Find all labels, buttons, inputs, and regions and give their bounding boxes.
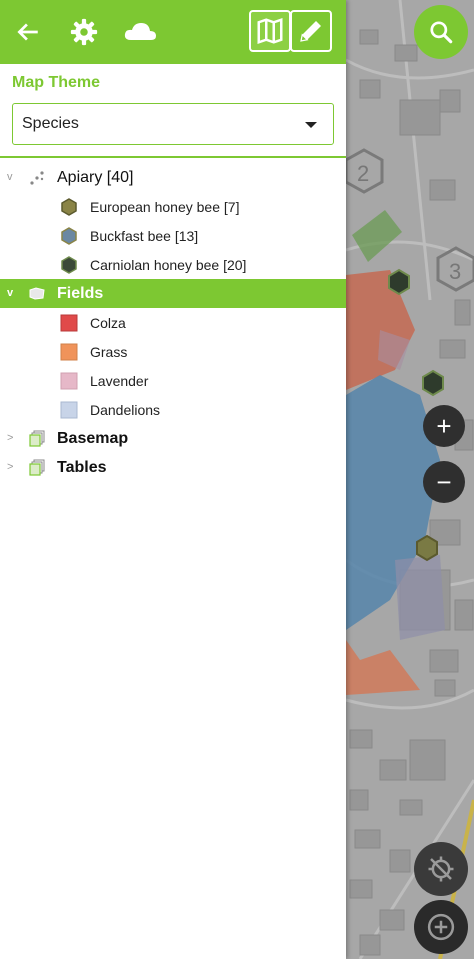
- search-icon: [430, 21, 453, 44]
- layer-group-apiary[interactable]: v Apiary [40]: [0, 163, 346, 192]
- gps-button[interactable]: [414, 842, 468, 896]
- point-layer-icon: [30, 171, 44, 185]
- drawer-toolbar: [0, 0, 346, 64]
- layer-group-fields[interactable]: v Fields: [0, 279, 346, 308]
- zoom-out-label: −: [436, 467, 452, 497]
- chevron-down-icon: [305, 122, 317, 128]
- back-button[interactable]: [8, 12, 48, 52]
- zoom-in-button[interactable]: +: [423, 405, 465, 447]
- legend-item[interactable]: Carniolan honey bee [20]: [0, 250, 346, 279]
- map-theme-label: Map Theme: [12, 74, 101, 91]
- hexagon-symbol-icon: [61, 227, 77, 245]
- legend-item-label: European honey bee [7]: [90, 199, 240, 215]
- chevron-icon[interactable]: v: [7, 171, 17, 183]
- square-symbol-icon: [60, 401, 78, 419]
- hexagon-symbol-icon: [61, 256, 77, 274]
- layer-group-tables[interactable]: > Tables: [0, 453, 346, 482]
- gear-icon: [70, 18, 98, 46]
- arrow-back-icon: [17, 23, 38, 41]
- legend-item-label: Carniolan honey bee [20]: [90, 257, 247, 273]
- legend-item-label: Lavender: [90, 373, 149, 389]
- layers-group-icon: [29, 459, 45, 476]
- map-view-button[interactable]: [249, 10, 291, 52]
- legend-item-label: Buckfast bee [13]: [90, 228, 199, 244]
- legend-item-label: Colza: [90, 315, 126, 331]
- polygon-layer-icon: [29, 287, 45, 300]
- map-theme-select[interactable]: Species: [12, 103, 334, 145]
- layer-group-basemap[interactable]: > Basemap: [0, 424, 346, 453]
- legend-item-label: Grass: [90, 344, 128, 360]
- cluster-label: 2: [357, 161, 369, 186]
- location-off-icon: [428, 856, 454, 882]
- cluster-label: 3: [449, 259, 461, 284]
- legend-item[interactable]: European honey bee [7]: [0, 192, 346, 221]
- legend-item[interactable]: Grass: [0, 337, 346, 366]
- layer-group-label: Apiary [40]: [57, 169, 134, 186]
- zoom-out-button[interactable]: −: [423, 461, 465, 503]
- layers-drawer: Map Theme Species v Apiary [40] European…: [0, 0, 346, 959]
- layer-group-label: Fields: [57, 285, 104, 302]
- map-icon: [257, 18, 283, 44]
- cloud-sync-button[interactable]: [120, 12, 160, 52]
- settings-button[interactable]: [64, 12, 104, 52]
- legend-item-label: Dandelions: [90, 402, 161, 418]
- cloud-icon: [124, 23, 156, 40]
- add-feature-button[interactable]: [414, 900, 468, 954]
- layer-group-label: Tables: [57, 459, 107, 476]
- legend-item[interactable]: Buckfast bee [13]: [0, 221, 346, 250]
- legend-item[interactable]: Lavender: [0, 366, 346, 395]
- square-symbol-icon: [60, 372, 78, 390]
- search-button[interactable]: [414, 5, 468, 59]
- square-symbol-icon: [60, 343, 78, 361]
- square-symbol-icon: [60, 314, 78, 332]
- divider: [0, 156, 346, 158]
- legend-item[interactable]: Colza: [0, 308, 346, 337]
- pencil-icon: [300, 21, 321, 42]
- layer-group-label: Basemap: [57, 430, 129, 447]
- add-circle-icon: [427, 913, 455, 941]
- edit-button[interactable]: [290, 10, 332, 52]
- hexagon-symbol-icon: [61, 198, 77, 216]
- legend-item[interactable]: Dandelions: [0, 395, 346, 424]
- layer-tree: v Apiary [40] European honey bee [7] Buc…: [0, 163, 346, 482]
- layers-group-icon: [29, 430, 45, 447]
- zoom-in-label: +: [436, 411, 452, 441]
- chevron-icon[interactable]: >: [7, 432, 17, 444]
- map-theme-value: Species: [22, 115, 79, 132]
- chevron-icon[interactable]: >: [7, 461, 17, 473]
- chevron-icon[interactable]: v: [7, 287, 17, 299]
